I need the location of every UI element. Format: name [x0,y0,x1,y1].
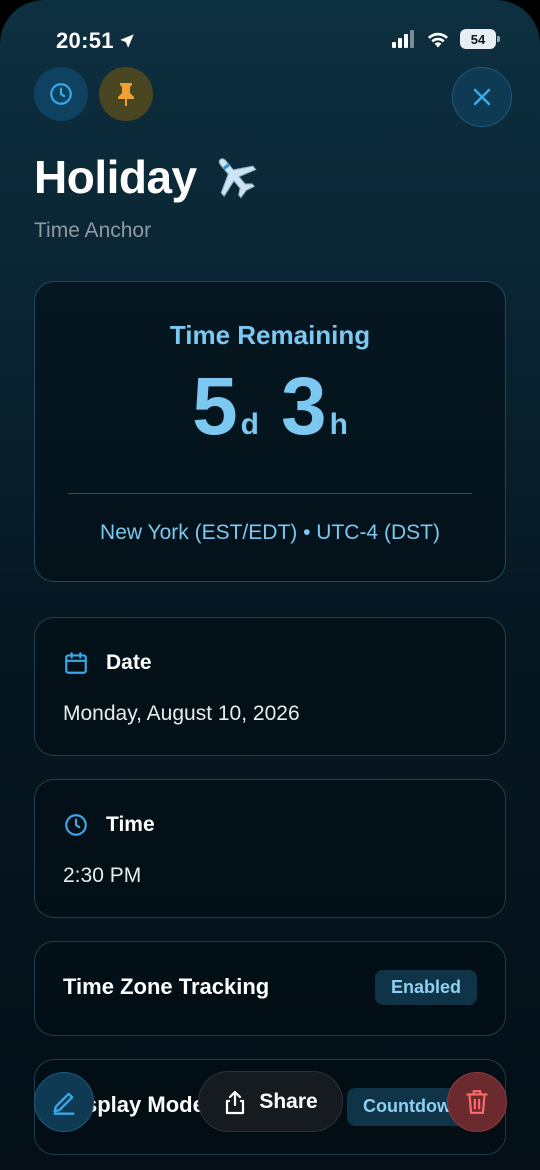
date-card-header: Date [63,650,152,676]
clock-icon [50,83,72,105]
countdown-days-unit: d [240,408,259,441]
timezone-info: New York (EST/EDT) • UTC-4 (DST) [100,521,440,544]
pin-icon [118,83,134,106]
pin-button[interactable] [99,67,153,121]
delete-button[interactable] [447,1072,507,1132]
location-arrow-icon [120,34,134,48]
share-button[interactable]: Share [198,1071,343,1132]
time-card[interactable]: Time 2:30 PM [34,779,506,918]
date-card[interactable]: Date Monday, August 10, 2026 [34,617,506,756]
page-subtitle: Time Anchor [34,219,152,242]
time-card-header: Time [63,812,155,838]
screen: 20:51 54 Holiday Time Anchor Time Remain… [0,0,540,1170]
status-indicators: 54 [392,29,500,49]
trash-icon [466,1090,488,1114]
title-text: Holiday [34,151,197,203]
timezone-tracking-card[interactable]: Time Zone Tracking Enabled [34,941,506,1036]
timezone-tracking-status[interactable]: Enabled [374,970,477,1005]
countdown-hours-unit: h [329,408,348,441]
date-value: Monday, August 10, 2026 [63,702,300,725]
page-title: Holiday [34,150,261,204]
status-clock: 20:51 [56,28,114,53]
date-label: Date [106,651,152,674]
share-label: Share [259,1089,318,1113]
clock-icon [65,814,87,836]
airplane-icon [218,158,257,199]
countdown-days: 5 [192,361,238,452]
battery-indicator: 54 [460,29,500,49]
countdown-hours: 3 [281,361,327,452]
history-button[interactable] [34,67,88,121]
timezone-tracking-label: Time Zone Tracking [63,974,270,999]
card-divider [68,493,472,494]
signal-icon [392,30,414,48]
countdown-display: 5 d 3 h [35,360,505,454]
time-value: 2:30 PM [63,864,142,887]
close-icon [473,88,491,106]
status-time: 20:51 [56,28,136,54]
calendar-icon [65,652,87,674]
battery-level: 54 [470,31,486,47]
edit-button[interactable] [34,1072,94,1132]
time-label: Time [106,813,155,836]
share-icon [226,1090,245,1114]
close-button[interactable] [452,67,512,127]
wifi-icon [428,32,448,48]
time-remaining-card: Time Remaining 5 d 3 h New York (EST/EDT… [34,281,506,582]
time-remaining-label: Time Remaining [169,320,371,350]
pencil-icon [53,1092,75,1115]
